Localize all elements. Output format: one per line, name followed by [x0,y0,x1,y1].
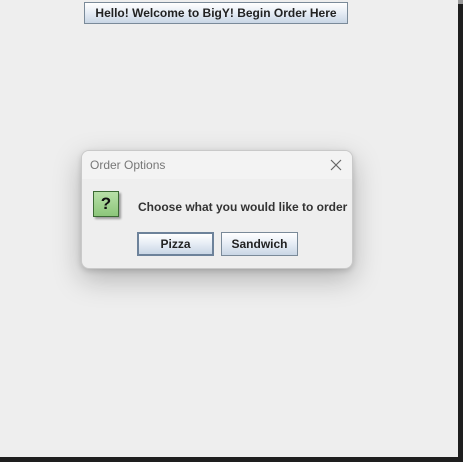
pizza-button[interactable]: Pizza [137,232,214,256]
window-edge-right [458,0,463,462]
dialog-message: Choose what you would like to order [138,200,348,214]
sandwich-button[interactable]: Sandwich [221,232,298,256]
begin-order-button[interactable]: Hello! Welcome to BigY! Begin Order Here [84,2,348,24]
dialog-titlebar[interactable]: Order Options [82,151,352,179]
question-icon: ? [93,191,119,217]
close-icon[interactable] [324,153,348,177]
order-options-dialog: Order Options ? Choose what you would li… [81,150,353,269]
dialog-title: Order Options [90,158,166,172]
window-edge-bottom [0,457,463,462]
window-edge-corner [458,0,463,4]
